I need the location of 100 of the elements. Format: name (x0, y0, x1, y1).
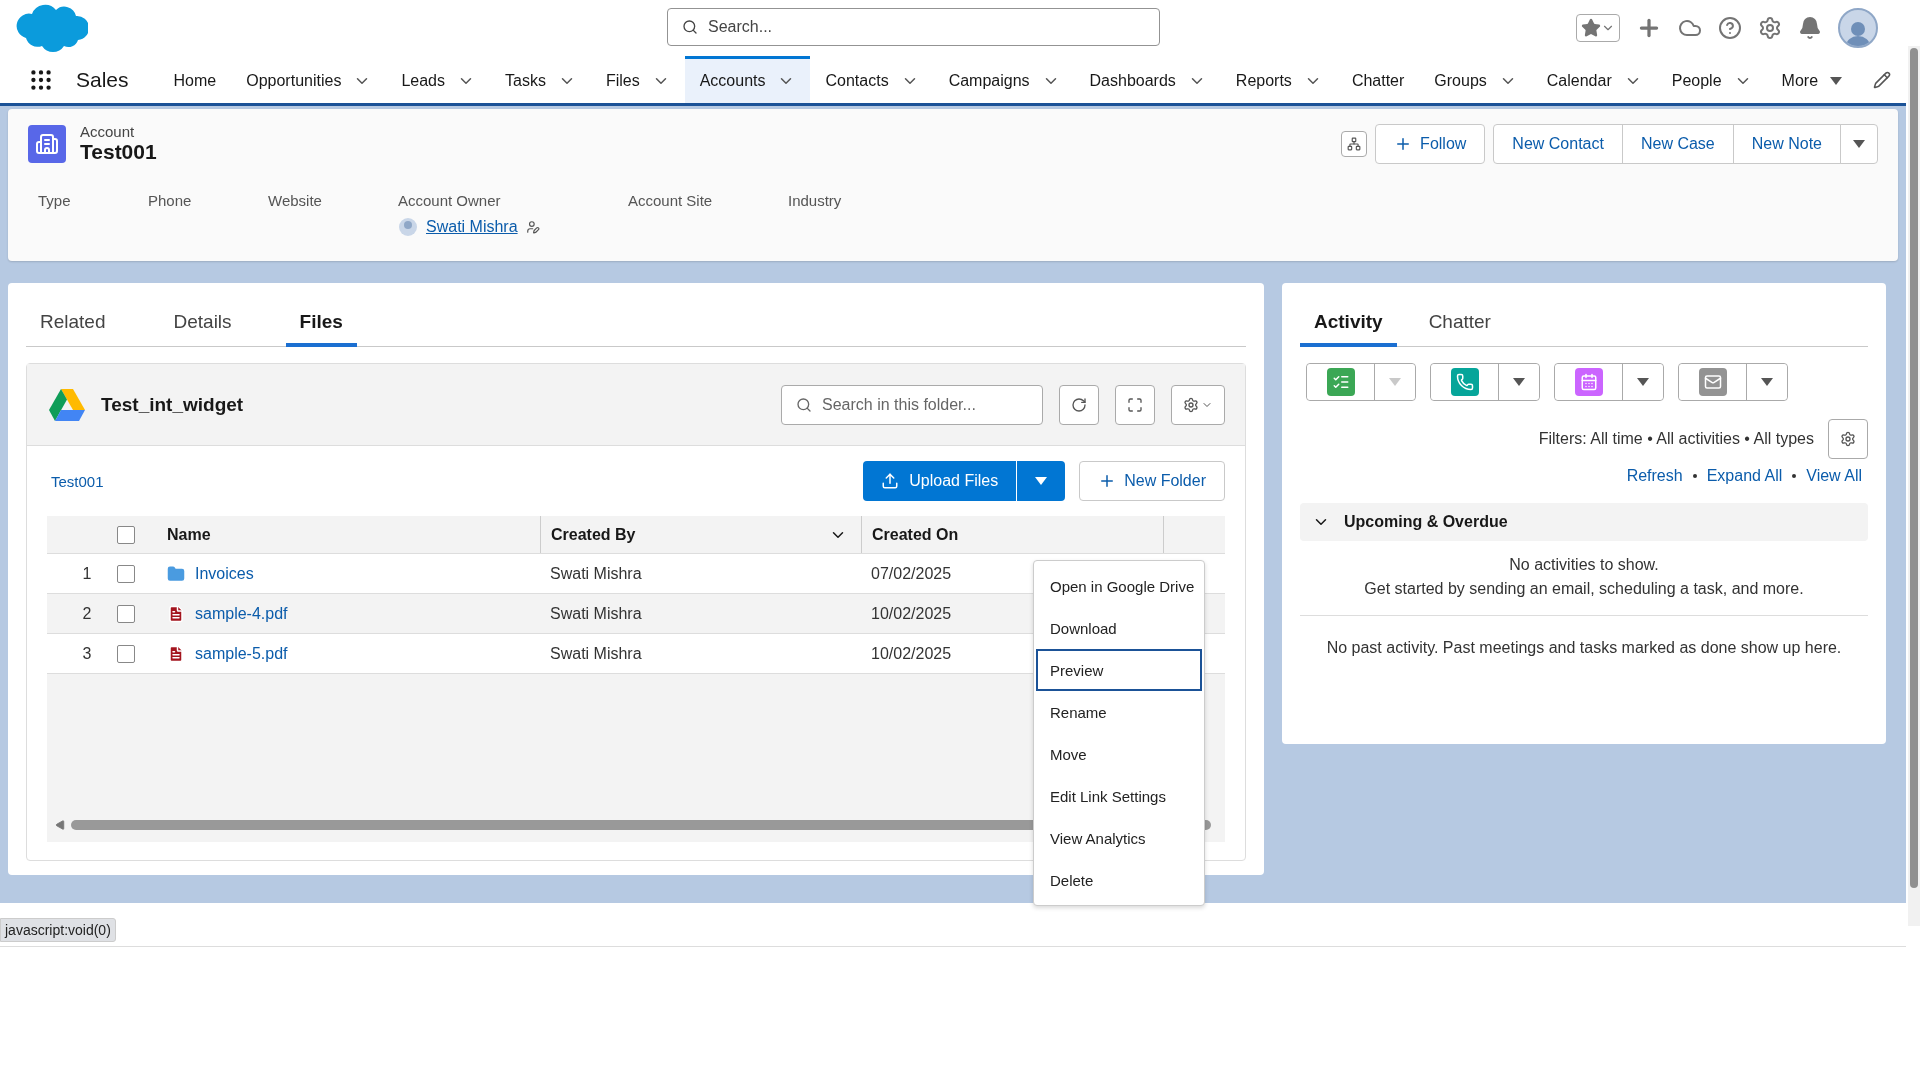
filter-settings-button[interactable] (1828, 419, 1868, 459)
object-label: Account (80, 123, 136, 140)
app-name: Sales (76, 66, 129, 93)
caret-icon[interactable] (1830, 77, 1843, 85)
record-tab[interactable]: Details (159, 303, 246, 347)
activity-link[interactable]: View All (1806, 467, 1862, 485)
phone-icon (1455, 373, 1474, 391)
column-header[interactable]: Name (167, 525, 211, 544)
row-checkbox[interactable] (117, 644, 135, 663)
nav-tab[interactable]: Leads (386, 56, 490, 103)
task-button[interactable] (1307, 364, 1375, 400)
refresh-icon (1071, 396, 1087, 413)
row-number: 2 (82, 604, 92, 623)
menu-item[interactable]: Preview (1036, 649, 1202, 691)
menu-item[interactable]: Edit Link Settings (1036, 775, 1202, 817)
action-button[interactable]: New Note (1732, 123, 1841, 164)
nav-tab[interactable]: People (1656, 56, 1767, 103)
activity-tab[interactable]: Activity (1300, 303, 1397, 347)
new-folder-button[interactable]: New Folder (1079, 461, 1225, 501)
table-cell: 10/02/2025 (871, 604, 952, 623)
empty-message: No activities to show. (1508, 555, 1660, 575)
select-all-checkbox[interactable] (117, 525, 135, 544)
scroll-left-icon[interactable] (55, 820, 65, 830)
email-button[interactable] (1679, 364, 1747, 400)
activity-link[interactable]: Refresh (1626, 467, 1683, 485)
change-owner-icon[interactable] (525, 220, 540, 234)
search-icon (682, 19, 698, 35)
folder-search-field[interactable]: Search in this folder... (781, 384, 1043, 425)
activity-link[interactable]: Expand All (1706, 467, 1783, 485)
pdf-icon (167, 644, 185, 663)
row-checkbox[interactable] (117, 564, 135, 583)
table-cell: Swati Mishra (550, 564, 642, 583)
action-button[interactable]: New Contact (1493, 123, 1623, 164)
search-field[interactable]: Search... (667, 8, 1160, 46)
star-icon (1581, 18, 1601, 38)
mail-icon (1703, 373, 1722, 391)
menu-item[interactable]: Rename (1036, 691, 1202, 733)
edit-icon[interactable] (1873, 70, 1892, 89)
favorites-button[interactable] (1576, 14, 1620, 42)
caret-icon (1035, 477, 1048, 485)
settings-icon[interactable] (1758, 16, 1782, 40)
nav-tab[interactable]: Files (590, 56, 685, 103)
nav-tab[interactable]: Campaigns (933, 56, 1075, 103)
record-tab[interactable]: Related (26, 303, 120, 347)
calendar-icon (1579, 373, 1598, 391)
event-button[interactable] (1555, 364, 1623, 400)
nav-tab[interactable]: Chatter (1336, 56, 1420, 103)
menu-item[interactable]: View Analytics (1036, 817, 1202, 859)
activity-tab[interactable]: Chatter (1414, 303, 1505, 347)
record-tab[interactable]: Files (285, 303, 357, 347)
menu-item[interactable]: Delete (1036, 859, 1202, 901)
expand-button[interactable] (1115, 384, 1155, 425)
file-link[interactable]: Invoices (195, 564, 254, 583)
help-icon[interactable] (1718, 16, 1742, 40)
upload-files-button[interactable]: Upload Files (863, 461, 1017, 501)
nav-tab[interactable]: Reports (1220, 56, 1337, 103)
row-checkbox[interactable] (117, 604, 135, 623)
more-actions-button[interactable] (1840, 123, 1878, 164)
table-cell: Swati Mishra (550, 604, 642, 623)
field-label: Account Owner (398, 192, 502, 209)
row-number: 3 (82, 644, 92, 663)
column-header[interactable]: Created By (551, 525, 636, 544)
gear-icon (1183, 396, 1199, 413)
cloud-logo[interactable] (14, 2, 88, 54)
menu-item[interactable]: Move (1036, 733, 1202, 775)
triangle-logo (49, 388, 85, 421)
field-label: Account Site (628, 192, 714, 209)
account-icon (28, 124, 66, 163)
nav-tab[interactable]: More (1766, 56, 1858, 103)
bell-icon[interactable] (1798, 16, 1822, 40)
breadcrumb-link[interactable]: Test001 (51, 472, 104, 490)
nav-tab[interactable]: Accounts (684, 56, 811, 103)
owner-link[interactable]: Swati Mishra (426, 218, 518, 236)
section-header[interactable]: Upcoming & Overdue (1300, 503, 1868, 541)
hierarchy-button[interactable] (1341, 130, 1368, 157)
user-avatar[interactable] (1838, 8, 1878, 48)
nav-tab[interactable]: Contacts (810, 56, 934, 103)
file-link[interactable]: sample-5.pdf (195, 644, 288, 663)
refresh-button[interactable] (1059, 384, 1099, 425)
nav-tab[interactable]: Opportunities (231, 56, 387, 103)
table-cell: 07/02/2025 (871, 564, 952, 583)
owner-avatar (398, 217, 418, 237)
settings-button[interactable] (1171, 384, 1225, 425)
table-cell: Swati Mishra (550, 644, 642, 663)
upload-menu-button[interactable] (1016, 461, 1066, 501)
caret-icon (1637, 378, 1649, 386)
nav-tab[interactable]: Tasks (490, 56, 591, 103)
empty-message: Get started by sending an email, scheduling a task, and more. (1363, 579, 1805, 599)
follow-button[interactable]: Follow (1375, 123, 1486, 164)
nav-tab[interactable]: Groups (1419, 56, 1532, 103)
file-link[interactable]: sample-4.pdf (195, 604, 288, 623)
nav-tab[interactable]: Dashboards (1074, 56, 1221, 103)
nav-tab[interactable]: Home (158, 56, 232, 103)
action-button[interactable]: New Case (1621, 123, 1734, 164)
vertical-scrollbar[interactable] (1908, 46, 1920, 926)
nav-tab[interactable]: Calendar (1531, 56, 1657, 103)
table-cell: 10/02/2025 (871, 644, 952, 663)
record-title: Test001 (80, 140, 157, 164)
column-header[interactable]: Created On (872, 525, 959, 544)
search-icon (796, 396, 812, 413)
